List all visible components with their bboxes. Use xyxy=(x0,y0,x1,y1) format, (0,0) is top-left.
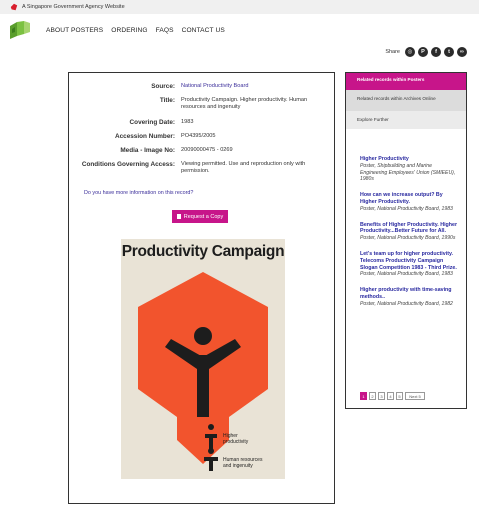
item-detail: Poster, National Productivity Board, 198… xyxy=(360,271,453,278)
more-info-link[interactable]: Do you have more information on this rec… xyxy=(84,190,193,196)
field-covering-date: Covering Date: 1983 xyxy=(69,119,334,126)
pagination: 1 2 3 4 5 Next 5 xyxy=(360,392,425,400)
page-1-button[interactable]: 1 xyxy=(360,392,367,400)
field-title: Title: Productivity Campaign. Higher pro… xyxy=(69,97,334,111)
singapore-lion-icon xyxy=(10,3,18,11)
share-bar: Share ◎ P f t ∞ xyxy=(385,47,467,57)
record-fields: Source: National Productivity Board Titl… xyxy=(69,83,334,183)
twitter-icon[interactable]: t xyxy=(444,47,454,57)
list-item[interactable]: How can we increase output? By Higher Pr… xyxy=(360,192,460,212)
poster-caption-1: Higher productivity xyxy=(223,433,249,445)
next-5-button[interactable]: Next 5 xyxy=(405,392,425,400)
list-item[interactable]: Higher productivity with time-saving met… xyxy=(360,287,460,307)
site-logo[interactable] xyxy=(9,20,31,40)
field-key: Conditions Governing Access: xyxy=(81,161,175,169)
item-detail: Poster, National Productivity Board, 199… xyxy=(360,235,456,242)
document-icon xyxy=(176,214,181,219)
tab-label: Related records within Archives Online xyxy=(357,96,436,101)
poster-caption-2: Human resources and ingenuity xyxy=(223,457,263,469)
item-title[interactable]: Benefits of Higher Productivity. Higher … xyxy=(360,222,460,236)
field-key: Accession Number: xyxy=(114,132,175,140)
field-value: Productivity Campaign. Higher productivi… xyxy=(181,97,308,111)
nav-contact-us[interactable]: CONTACT US xyxy=(182,27,225,34)
field-source: Source: National Productivity Board xyxy=(69,83,334,90)
item-detail: Poster, Shipbuilding and Marine Engineer… xyxy=(360,162,456,183)
field-value: 20090000475 - 0269 xyxy=(181,147,233,154)
tab-label: Related records within Posters xyxy=(357,77,425,82)
field-key: Source: xyxy=(151,83,175,90)
item-title[interactable]: How can we increase output? By Higher Pr… xyxy=(360,192,460,206)
tab-posters[interactable]: Related records within Posters xyxy=(346,73,466,90)
poster-image[interactable]: Productivity Campaign Higher productivit… xyxy=(121,239,285,479)
pinterest-icon[interactable]: P xyxy=(418,47,428,57)
page-2-button[interactable]: 2 xyxy=(369,392,376,400)
tab-archives-online[interactable]: Related records within Archives Online xyxy=(346,89,466,111)
page-4-button[interactable]: 4 xyxy=(387,392,394,400)
source-link[interactable]: National Productivity Board xyxy=(181,83,316,90)
field-value: Viewing permitted. Use and reproduction … xyxy=(181,161,306,175)
field-value: 1983 xyxy=(181,118,194,125)
item-title[interactable]: Higher Productivity xyxy=(360,156,460,163)
field-media-image-no: Media - Image No: 20090000475 - 0269 xyxy=(69,147,334,154)
item-detail: Poster, National Productivity Board, 198… xyxy=(360,300,453,307)
instagram-icon[interactable]: ◎ xyxy=(405,47,415,57)
share-label: Share xyxy=(385,49,400,55)
field-key: Media - Image No: xyxy=(120,147,175,155)
gov-banner-text: A Singapore Government Agency Website xyxy=(22,4,125,10)
nav-about-posters[interactable]: ABOUT POSTERS xyxy=(46,27,103,34)
nav-ordering[interactable]: ORDERING xyxy=(111,27,147,34)
field-conditions-access: Conditions Governing Access: Viewing per… xyxy=(69,161,334,175)
field-accession-number: Accession Number: PO4395/2005 xyxy=(69,133,334,140)
facebook-icon[interactable]: f xyxy=(431,47,441,57)
related-tabs: Explore Further Related records within A… xyxy=(346,73,466,130)
field-value: PO4395/2005 xyxy=(181,132,216,139)
list-item[interactable]: Higher Productivity Poster, Shipbuilding… xyxy=(360,156,460,183)
related-records-panel: Explore Further Related records within A… xyxy=(345,72,467,409)
tab-label: Explore Further xyxy=(357,117,389,122)
field-key: Title: xyxy=(159,97,175,105)
nav-faqs[interactable]: FAQS xyxy=(156,27,174,34)
item-title[interactable]: Higher productivity with time-saving met… xyxy=(360,287,460,301)
page-5-button[interactable]: 5 xyxy=(396,392,403,400)
item-title[interactable]: Let's team up for higher productivity. T… xyxy=(360,251,460,271)
main-nav: ABOUT POSTERS ORDERING FAQS CONTACT US xyxy=(46,27,225,34)
gov-banner: A Singapore Government Agency Website xyxy=(0,0,479,14)
link-icon[interactable]: ∞ xyxy=(457,47,467,57)
list-item[interactable]: Benefits of Higher Productivity. Higher … xyxy=(360,222,460,242)
tab-explore-further[interactable]: Explore Further xyxy=(346,109,466,129)
request-copy-button[interactable]: Request a Copy xyxy=(172,210,228,223)
item-detail: Poster, National Productivity Board, 198… xyxy=(360,205,453,212)
list-item[interactable]: Let's team up for higher productivity. T… xyxy=(360,251,460,278)
page-3-button[interactable]: 3 xyxy=(378,392,385,400)
request-copy-label: Request a Copy xyxy=(183,213,224,220)
related-list: Higher Productivity Poster, Shipbuilding… xyxy=(360,156,460,317)
field-key: Covering Date: xyxy=(129,118,175,126)
record-panel: Source: National Productivity Board Titl… xyxy=(68,72,335,504)
